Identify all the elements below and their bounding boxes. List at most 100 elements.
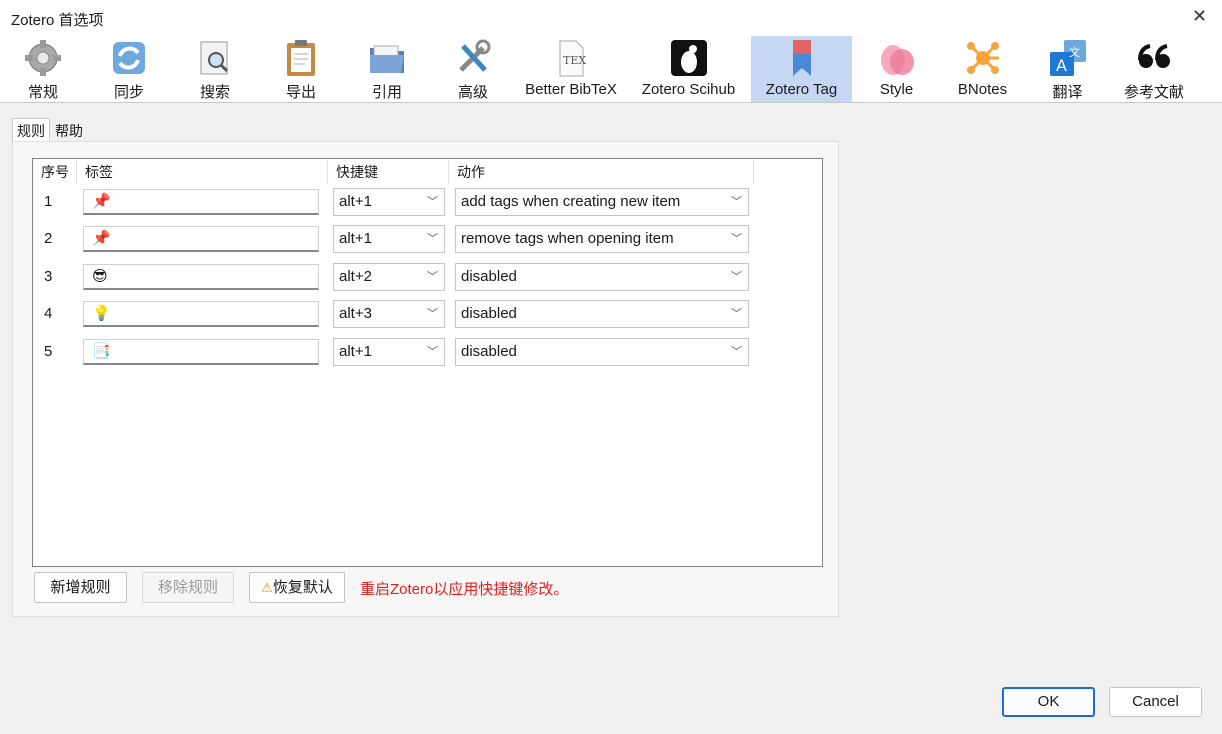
molecule-icon bbox=[966, 42, 999, 74]
row-index: 2 bbox=[44, 230, 53, 247]
action-select[interactable]: disabled ﹀ bbox=[455, 300, 749, 328]
restore-defaults-button[interactable]: ⚠恢复默认 bbox=[249, 572, 345, 603]
pane-better-bibtex[interactable]: TEX Better BibTeX bbox=[516, 36, 626, 102]
chevron-down-icon: ﹀ bbox=[731, 233, 742, 245]
chevron-down-icon: ﹀ bbox=[427, 233, 438, 245]
pane-translate[interactable]: A 文 翻译 bbox=[1024, 36, 1111, 102]
preferences-toolbar: 常规 同步 搜索 导出 引用 高级 TEX Better BibTeX Zote… bbox=[0, 36, 1222, 103]
shortcut-select[interactable]: alt+1 ﹀ bbox=[333, 338, 445, 366]
pane-label: 翻译 bbox=[1052, 84, 1083, 101]
action-value: add tags when creating new item bbox=[461, 193, 681, 210]
folder-icon bbox=[370, 45, 404, 73]
header-tag: 标签 bbox=[77, 160, 328, 184]
warning-icon: ⚠ bbox=[261, 580, 273, 595]
action-select[interactable]: add tags when creating new item ﹀ bbox=[455, 188, 749, 216]
action-value: disabled bbox=[461, 305, 517, 322]
chevron-down-icon: ﹀ bbox=[427, 196, 438, 208]
scihub-icon bbox=[670, 40, 707, 76]
row-index: 1 bbox=[44, 193, 53, 210]
pane-label: Zotero Tag bbox=[765, 81, 838, 98]
tab-rules[interactable]: 规则 bbox=[12, 118, 50, 142]
close-icon[interactable]: ✕ bbox=[1192, 7, 1208, 25]
restore-defaults-label: 恢复默认 bbox=[272, 579, 333, 596]
shortcut-value: alt+2 bbox=[339, 268, 372, 285]
svg-text:TEX: TEX bbox=[563, 54, 586, 67]
pane-cite[interactable]: 引用 bbox=[344, 36, 430, 102]
chevron-down-icon: ﹀ bbox=[427, 308, 438, 320]
pane-label: 搜索 bbox=[199, 84, 230, 101]
chevron-down-icon: ﹀ bbox=[731, 308, 742, 320]
svg-text:文: 文 bbox=[1069, 45, 1080, 59]
pane-bnotes[interactable]: BNotes bbox=[941, 36, 1024, 102]
restart-notice: 重启Zotero以应用快捷键修改。 bbox=[360, 581, 569, 598]
action-value: remove tags when opening item bbox=[461, 230, 674, 247]
pane-advanced[interactable]: 高级 bbox=[430, 36, 516, 102]
rules-panel: 序号 标签 快捷键 动作 1 📌 alt+1 ﹀ add tags when cr… bbox=[12, 141, 839, 617]
shortcut-value: alt+1 bbox=[339, 193, 372, 210]
svg-text:A: A bbox=[1056, 56, 1067, 75]
pane-zotero-scihub[interactable]: Zotero Scihub bbox=[626, 36, 751, 102]
pane-export[interactable]: 导出 bbox=[258, 36, 344, 102]
shortcut-select[interactable]: alt+1 ﹀ bbox=[333, 225, 445, 253]
pane-label: 同步 bbox=[113, 84, 144, 101]
shortcut-value: alt+1 bbox=[339, 343, 372, 360]
pane-label: 常规 bbox=[27, 84, 58, 101]
pane-label: 参考文献 bbox=[1123, 84, 1184, 101]
search-icon bbox=[200, 41, 229, 75]
remove-rule-button[interactable]: 移除规则 bbox=[142, 572, 234, 603]
action-select[interactable]: disabled ﹀ bbox=[455, 263, 749, 291]
add-rule-button[interactable]: 新增规则 bbox=[34, 572, 127, 603]
pane-sync[interactable]: 同步 bbox=[86, 36, 172, 102]
shortcut-value: alt+3 bbox=[339, 305, 372, 322]
subtab-bar: 规则 帮助 bbox=[12, 118, 88, 142]
header-index: 序号 bbox=[33, 160, 77, 184]
row-index: 4 bbox=[44, 305, 53, 322]
pane-references[interactable]: 参考文献 bbox=[1111, 36, 1197, 102]
tag-input[interactable]: 📌 bbox=[83, 226, 319, 252]
pane-label: 导出 bbox=[285, 84, 316, 101]
pane-general[interactable]: 常规 bbox=[0, 36, 86, 102]
shortcut-select[interactable]: alt+3 ﹀ bbox=[333, 300, 445, 328]
pane-label: 引用 bbox=[371, 84, 402, 101]
cancel-button[interactable]: Cancel bbox=[1109, 687, 1202, 717]
action-select[interactable]: remove tags when opening item ﹀ bbox=[455, 225, 749, 253]
pane-label: BNotes bbox=[957, 81, 1008, 98]
header-action: 动作 bbox=[449, 160, 754, 184]
pane-label: Style bbox=[879, 81, 914, 98]
pane-zotero-tag[interactable]: Zotero Tag bbox=[751, 36, 852, 102]
row-index: 5 bbox=[44, 343, 53, 360]
tex-icon: TEX bbox=[559, 40, 586, 77]
rules-list[interactable]: 序号 标签 快捷键 动作 1 📌 alt+1 ﹀ add tags when cr… bbox=[32, 158, 823, 567]
tag-input[interactable]: 💡 bbox=[83, 301, 319, 327]
action-value: disabled bbox=[461, 343, 517, 360]
action-select[interactable]: disabled ﹀ bbox=[455, 338, 749, 366]
shortcut-value: alt+1 bbox=[339, 230, 372, 247]
shortcut-select[interactable]: alt+2 ﹀ bbox=[333, 263, 445, 291]
bookmark-icon bbox=[792, 40, 811, 76]
header-shortcut: 快捷键 bbox=[328, 160, 449, 184]
chevron-down-icon: ﹀ bbox=[427, 346, 438, 358]
tab-help[interactable]: 帮助 bbox=[50, 118, 88, 142]
tag-input[interactable]: 😎 bbox=[83, 264, 319, 290]
tools-icon bbox=[459, 39, 491, 72]
pane-label: Better BibTeX bbox=[525, 81, 617, 98]
row-index: 3 bbox=[44, 268, 53, 285]
clipboard-icon bbox=[287, 40, 315, 76]
pane-label: Zotero Scihub bbox=[641, 81, 736, 98]
tag-input[interactable]: 📑 bbox=[83, 339, 319, 365]
chevron-down-icon: ﹀ bbox=[731, 346, 742, 358]
petal-icon bbox=[880, 45, 914, 75]
sync-icon bbox=[113, 42, 145, 74]
window-title: Zotero 首选项 bbox=[11, 12, 104, 29]
pane-search[interactable]: 搜索 bbox=[172, 36, 258, 102]
translate-icon: A 文 bbox=[1049, 40, 1086, 76]
shortcut-select[interactable]: alt+1 ﹀ bbox=[333, 188, 445, 216]
pane-style[interactable]: Style bbox=[852, 36, 941, 102]
title-bar: Zotero 首选项 ✕ bbox=[0, 0, 1222, 36]
chevron-down-icon: ﹀ bbox=[731, 196, 742, 208]
pane-label: 高级 bbox=[457, 84, 488, 101]
action-value: disabled bbox=[461, 268, 517, 285]
ok-button[interactable]: OK bbox=[1002, 687, 1095, 717]
tag-input[interactable]: 📌 bbox=[83, 189, 319, 215]
chevron-down-icon: ﹀ bbox=[731, 271, 742, 283]
